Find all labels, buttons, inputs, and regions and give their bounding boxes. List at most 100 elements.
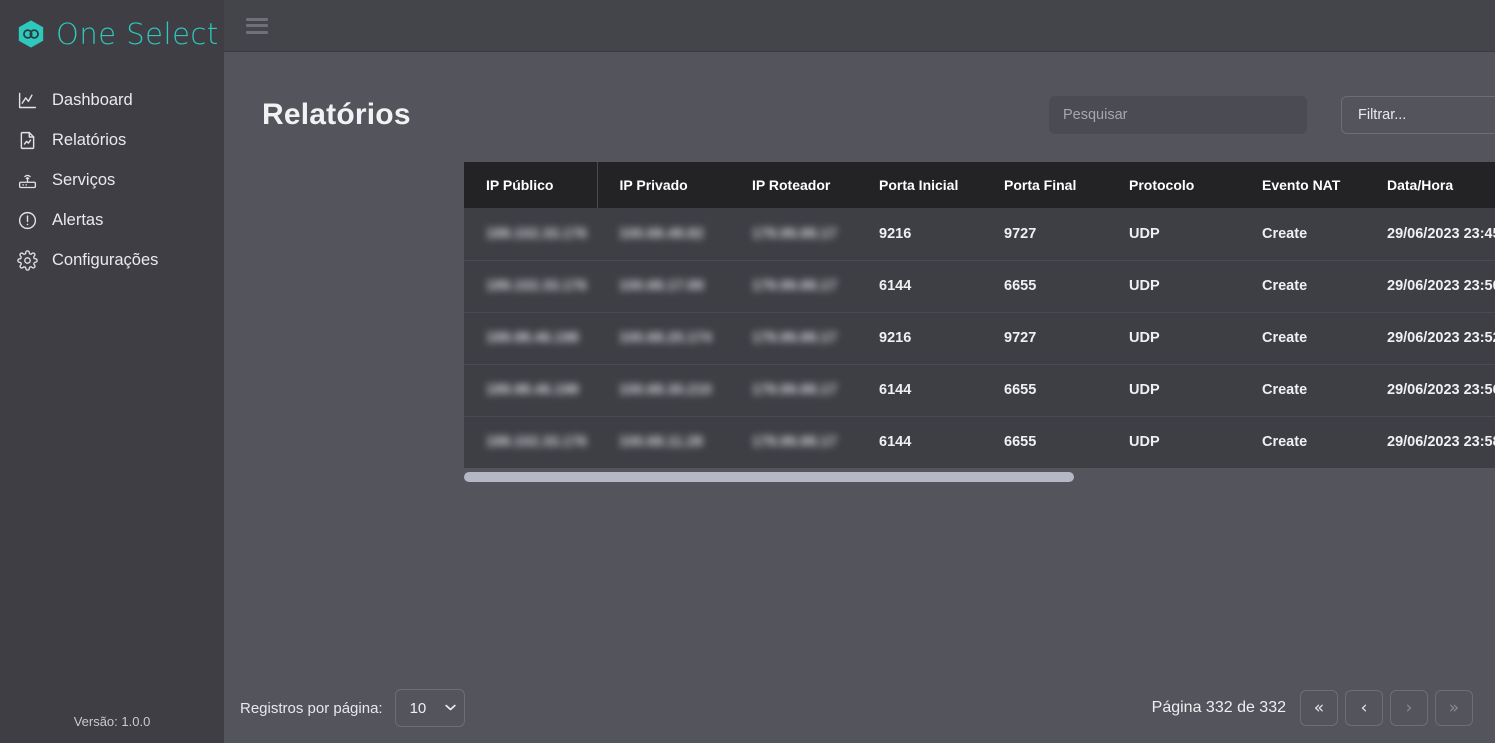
router-wifi-icon	[16, 169, 38, 191]
table-header-row: IP Público IP Privado IP Roteador Porta …	[464, 162, 1495, 208]
cell-ip-privado: 100.68.11.28	[597, 416, 730, 468]
sidebar-item-dashboard[interactable]: Dashboard	[0, 80, 224, 120]
table-row[interactable]: 189.98.46.198 100.68.30.210 179.99.88.17…	[464, 364, 1495, 417]
cell-ip-roteador: 179.99.88.17	[730, 312, 857, 365]
table-row[interactable]: 189.98.46.198 100.68.20.174 179.99.88.17…	[464, 312, 1495, 365]
cell-evento-nat: Create	[1240, 208, 1365, 261]
cell-ip-privado: 100.68.30.210	[597, 364, 730, 417]
redacted-value: 100.68.20.174	[619, 330, 712, 346]
redacted-value: 100.68.48.82	[619, 225, 704, 242]
table-head: IP Público IP Privado IP Roteador Porta …	[464, 162, 1495, 208]
rows-per-page-label: Registros por página:	[240, 699, 383, 717]
column-header-ip-privado[interactable]: IP Privado	[597, 162, 730, 208]
cell-porta-final: 6655	[982, 260, 1107, 313]
filter-dropdown-wrap: Filtrar...	[1341, 96, 1495, 134]
redacted-value: 189.102.33.176	[486, 434, 587, 451]
content-area: Relatórios Filtrar...	[224, 52, 1495, 743]
pagination-buttons: « ‹ › »	[1300, 690, 1473, 726]
brand-name: One Select	[56, 17, 219, 51]
cell-protocolo: UDP	[1107, 364, 1240, 417]
cell-porta-final: 6655	[982, 364, 1107, 417]
first-page-button[interactable]: «	[1300, 690, 1338, 726]
column-header-data-hora[interactable]: Data/Hora	[1365, 162, 1495, 208]
cell-ip-roteador: 179.99.88.17	[730, 364, 857, 417]
table-body: 189.102.33.176 100.68.48.82 179.99.88.17…	[464, 208, 1495, 468]
redacted-value: 100.68.30.210	[619, 382, 712, 398]
column-header-porta-inicial[interactable]: Porta Inicial	[857, 162, 982, 208]
cell-ip-publico: 189.98.46.198	[464, 364, 597, 417]
cell-porta-inicial: 9216	[857, 208, 982, 261]
table-footer: Registros por página: 10 Página 332 de 3…	[224, 673, 1495, 743]
scrollbar-thumb[interactable]	[464, 472, 1074, 482]
prev-page-button[interactable]: ‹	[1345, 690, 1383, 726]
sidebar-item-label: Dashboard	[52, 90, 133, 109]
pagination: Página 332 de 332 « ‹ › »	[1152, 690, 1473, 726]
table-scroll-container[interactable]: IP Público IP Privado IP Roteador Porta …	[464, 162, 1495, 468]
search-input[interactable]	[1049, 96, 1307, 134]
cell-evento-nat: Create	[1240, 312, 1365, 365]
column-header-evento-nat[interactable]: Evento NAT	[1240, 162, 1365, 208]
cell-ip-roteador: 179.99.88.17	[730, 416, 857, 468]
topbar	[224, 0, 1495, 52]
cell-protocolo: UDP	[1107, 208, 1240, 261]
cell-ip-privado: 100.68.17.99	[597, 260, 730, 313]
cell-ip-publico: 189.102.33.176	[464, 416, 597, 468]
redacted-value: 189.102.33.176	[486, 278, 587, 294]
hamburger-menu-icon[interactable]	[246, 17, 268, 34]
redacted-value: 100.68.17.99	[619, 278, 704, 294]
cell-porta-inicial: 6144	[857, 260, 982, 313]
redacted-value: 179.99.88.17	[752, 382, 837, 398]
cell-data-hora: 29/06/2023 23:58:45	[1365, 416, 1495, 468]
sidebar-item-label: Configurações	[52, 250, 159, 269]
cell-ip-roteador: 179.99.88.17	[730, 208, 857, 261]
cell-ip-privado: 100.68.48.82	[597, 208, 730, 261]
table-row[interactable]: 189.102.33.176 100.68.17.99 179.99.88.17…	[464, 260, 1495, 313]
sidebar-item-configuracoes[interactable]: Configurações	[0, 240, 224, 280]
redacted-value: 189.98.46.198	[486, 330, 579, 346]
reports-table: IP Público IP Privado IP Roteador Porta …	[464, 162, 1495, 468]
table-row[interactable]: 189.102.33.176 100.68.11.28 179.99.88.17…	[464, 416, 1495, 468]
column-header-ip-roteador[interactable]: IP Roteador	[730, 162, 857, 208]
redacted-value: 189.102.33.176	[486, 225, 587, 242]
cell-ip-publico: 189.102.33.176	[464, 208, 597, 261]
column-header-protocolo[interactable]: Protocolo	[1107, 162, 1240, 208]
cell-porta-final: 9727	[982, 312, 1107, 365]
page-header: Relatórios Filtrar...	[224, 52, 1495, 146]
cell-porta-inicial: 6144	[857, 364, 982, 417]
reports-table-wrap: IP Público IP Privado IP Roteador Porta …	[464, 162, 1495, 482]
header-tools: Filtrar...	[1049, 96, 1495, 134]
column-header-porta-final[interactable]: Porta Final	[982, 162, 1107, 208]
filter-select[interactable]: Filtrar...	[1341, 96, 1495, 134]
brand-logo[interactable]: One Select	[0, 0, 224, 52]
horizontal-scrollbar[interactable]	[464, 472, 1495, 482]
cell-porta-inicial: 6144	[857, 416, 982, 468]
sidebar-nav: Dashboard Relatórios Serviços Alertas Co…	[0, 80, 224, 280]
cell-porta-final: 6655	[982, 416, 1107, 468]
app-root: One Select Dashboard Relatórios Serviços…	[0, 0, 1495, 743]
cell-ip-roteador: 179.99.88.17	[730, 260, 857, 313]
sidebar-item-label: Alertas	[52, 210, 104, 229]
redacted-value: 179.99.88.17	[752, 434, 837, 451]
rows-per-page-select[interactable]: 10	[394, 689, 465, 727]
column-header-ip-publico[interactable]: IP Público	[464, 162, 598, 208]
redacted-value: 179.99.88.17	[752, 278, 837, 294]
sidebar-item-label: Relatórios	[52, 130, 127, 149]
page-title: Relatórios	[262, 98, 411, 131]
cell-ip-publico: 189.102.33.176	[464, 260, 597, 313]
main-area: Relatórios Filtrar...	[224, 0, 1495, 743]
cell-evento-nat: Create	[1240, 416, 1365, 468]
redacted-value: 179.99.88.17	[752, 225, 837, 242]
alert-circle-icon	[16, 209, 38, 231]
cell-protocolo: UDP	[1107, 312, 1240, 365]
redacted-value: 179.99.88.17	[752, 330, 837, 346]
link-hexagon-icon	[16, 19, 46, 49]
sidebar-item-relatorios[interactable]: Relatórios	[0, 120, 224, 160]
sidebar-item-servicos[interactable]: Serviços	[0, 160, 224, 200]
redacted-value: 189.98.46.198	[486, 382, 579, 398]
chart-line-icon	[16, 89, 38, 111]
sidebar-item-alertas[interactable]: Alertas	[0, 200, 224, 240]
cell-data-hora: 29/06/2023 23:52:08	[1365, 312, 1495, 365]
cell-porta-inicial: 9216	[857, 312, 982, 365]
table-row[interactable]: 189.102.33.176 100.68.48.82 179.99.88.17…	[464, 208, 1495, 261]
cell-porta-final: 9727	[982, 208, 1107, 261]
